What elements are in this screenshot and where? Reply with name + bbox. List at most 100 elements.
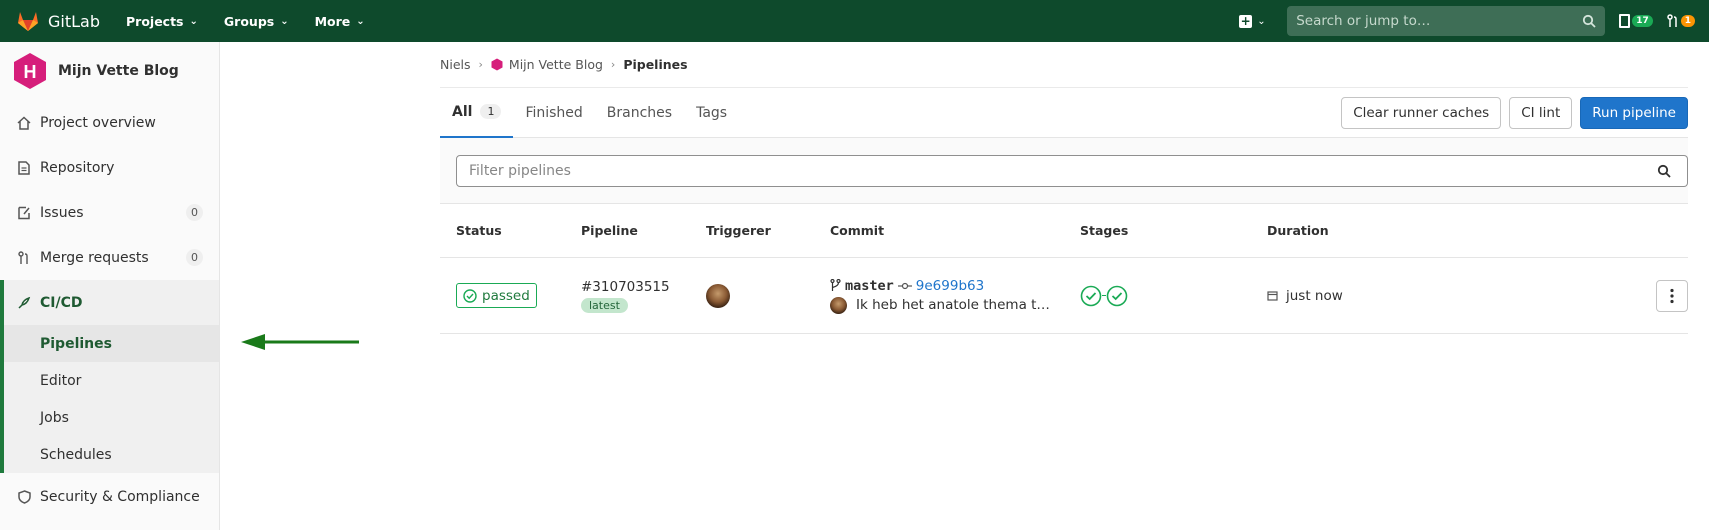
- nav-groups-menu[interactable]: Groups ⌄: [224, 14, 289, 29]
- check-circle-icon: [463, 288, 477, 303]
- merge-requests-button[interactable]: 1: [1666, 14, 1695, 28]
- project-avatar-small-icon: [491, 58, 503, 71]
- chevron-down-icon: ⌄: [189, 15, 198, 27]
- clear-runner-caches-button[interactable]: Clear runner caches: [1341, 96, 1502, 129]
- issues-count-badge: 0: [186, 204, 203, 221]
- commit-sha-link[interactable]: 9e699b63: [916, 278, 984, 294]
- column-header-triggerer: Triggerer: [706, 223, 771, 238]
- sidebar-item-security-compliance[interactable]: Security & Compliance: [0, 473, 219, 521]
- more-actions-button[interactable]: [1656, 279, 1688, 312]
- filter-search-button[interactable]: [1640, 154, 1688, 187]
- rocket-icon: [16, 295, 32, 311]
- document-icon: [16, 160, 32, 176]
- column-header-stages: Stages: [1080, 223, 1129, 238]
- stage-passed-icon[interactable]: [1106, 285, 1128, 307]
- sidebar-item-label: Repository: [40, 159, 115, 176]
- todo-icon: [1619, 14, 1631, 28]
- chevron-down-icon: ⌄: [1257, 15, 1266, 27]
- commit-message-link[interactable]: Ik heb het anatole thema t…: [856, 297, 1050, 313]
- nav-more-menu[interactable]: More ⌄: [315, 14, 365, 29]
- pipeline-id-link[interactable]: #310703515: [581, 279, 706, 295]
- sidebar-subitem-jobs[interactable]: Jobs: [4, 399, 219, 436]
- todo-count-badge: 17: [1632, 15, 1653, 27]
- plus-icon: +: [1239, 13, 1253, 28]
- global-search[interactable]: [1287, 6, 1606, 36]
- gitlab-brand[interactable]: GitLab: [16, 10, 100, 32]
- breadcrumb-item-project[interactable]: Mijn Vette Blog: [509, 57, 603, 72]
- status-badge[interactable]: passed: [456, 283, 537, 308]
- sidebar-item-merge-requests[interactable]: Merge requests 0: [0, 235, 219, 280]
- nav-projects-menu[interactable]: Projects ⌄: [126, 14, 198, 29]
- sidebar-item-label: Project overview: [40, 114, 156, 131]
- merge-requests-count-badge: 0: [186, 249, 203, 266]
- column-header-duration: Duration: [1267, 223, 1329, 238]
- filter-bar: Filter pipelines: [440, 138, 1688, 204]
- brand-name: GitLab: [48, 11, 100, 31]
- calendar-icon: [1267, 291, 1278, 301]
- nav-more-label: More: [314, 13, 351, 29]
- home-icon: [16, 115, 32, 131]
- sidebar-item-repository[interactable]: Repository: [0, 145, 219, 190]
- run-pipeline-button[interactable]: Run pipeline: [1580, 96, 1688, 129]
- tab-count-badge: 1: [480, 104, 502, 119]
- new-item-dropdown[interactable]: + ⌄: [1239, 8, 1273, 34]
- top-navbar: GitLab Projects ⌄ Groups ⌄ More ⌄ + ⌄ 17: [0, 0, 1709, 42]
- sidebar-subitem-pipelines[interactable]: Pipelines: [4, 325, 219, 362]
- sidebar-subitem-schedules[interactable]: Schedules: [4, 436, 219, 473]
- sidebar-item-project-overview[interactable]: Project overview: [0, 100, 219, 145]
- mr-count-badge: 1: [1680, 15, 1695, 27]
- duration-cell: just now: [1267, 288, 1343, 304]
- search-icon: [1583, 14, 1596, 28]
- sidebar-subitem-editor[interactable]: Editor: [4, 362, 219, 399]
- breadcrumb-item-niels[interactable]: Niels: [440, 57, 471, 72]
- tab-tags[interactable]: Tags: [684, 88, 739, 138]
- sidebar-item-label: CI/CD: [40, 294, 83, 311]
- ci-lint-button[interactable]: CI lint: [1509, 96, 1573, 129]
- duration-label: just now: [1286, 287, 1343, 304]
- tab-branches[interactable]: Branches: [595, 88, 684, 138]
- stage-passed-icon[interactable]: [1080, 285, 1102, 307]
- branch-icon: [830, 279, 841, 291]
- tab-finished[interactable]: Finished: [513, 88, 594, 138]
- search-input[interactable]: [1296, 13, 1567, 29]
- shield-icon: [16, 489, 32, 505]
- tab-actions: Clear runner caches CI lint Run pipeline: [1333, 96, 1688, 129]
- sidebar-item-issues[interactable]: Issues 0: [0, 190, 219, 235]
- breadcrumb-item-pipelines[interactable]: Pipelines: [623, 57, 687, 72]
- gitlab-logo-icon: [18, 12, 38, 31]
- main-content: Niels › Mijn Vette Blog › Pipelines All …: [440, 42, 1688, 334]
- issues-icon: [16, 205, 32, 221]
- column-header-status: Status: [456, 223, 502, 238]
- pipeline-tabs: All 1 Finished Branches Tags Clear runne…: [440, 88, 1688, 138]
- commit-author-avatar[interactable]: [830, 296, 847, 314]
- merge-request-icon: [1666, 14, 1677, 27]
- branch-name-link[interactable]: master: [845, 278, 894, 294]
- tab-all[interactable]: All 1: [440, 88, 514, 138]
- column-header-pipeline: Pipeline: [581, 223, 638, 238]
- sidebar-group-cicd: CI/CD Pipelines Editor Jobs Schedules: [0, 280, 219, 473]
- kebab-menu-icon: [1670, 288, 1674, 303]
- todos-button[interactable]: 17: [1619, 14, 1653, 28]
- project-avatar: H: [14, 53, 46, 89]
- tab-label: All: [452, 103, 473, 120]
- project-avatar-letter: H: [24, 62, 37, 82]
- latest-badge: latest: [581, 297, 628, 313]
- sidebar-item-label: Issues: [40, 204, 84, 221]
- chevron-right-icon: ›: [478, 58, 483, 71]
- pipelines-table-header: Status Pipeline Triggerer Commit Stages …: [440, 204, 1688, 258]
- chevron-right-icon: ›: [610, 58, 616, 71]
- annotation-arrow-icon: [241, 334, 359, 350]
- sidebar-item-cicd[interactable]: CI/CD: [4, 280, 219, 325]
- project-name: Mijn Vette Blog: [58, 63, 179, 79]
- nav-groups-label: Groups: [223, 13, 275, 29]
- chevron-down-icon: ⌄: [356, 15, 365, 27]
- project-header[interactable]: H Mijn Vette Blog: [0, 42, 219, 100]
- triggerer-avatar[interactable]: [706, 283, 730, 308]
- filter-pipelines-input[interactable]: Filter pipelines: [456, 154, 1642, 187]
- sidebar-item-label: Merge requests: [40, 249, 149, 266]
- project-sidebar: H Mijn Vette Blog Project overview Repos…: [0, 42, 220, 530]
- table-row: passed #310703515 latest master 9e699b63…: [440, 258, 1688, 334]
- merge-request-icon: [16, 250, 32, 266]
- commit-icon: [897, 282, 912, 289]
- breadcrumb: Niels › Mijn Vette Blog › Pipelines: [440, 42, 1688, 88]
